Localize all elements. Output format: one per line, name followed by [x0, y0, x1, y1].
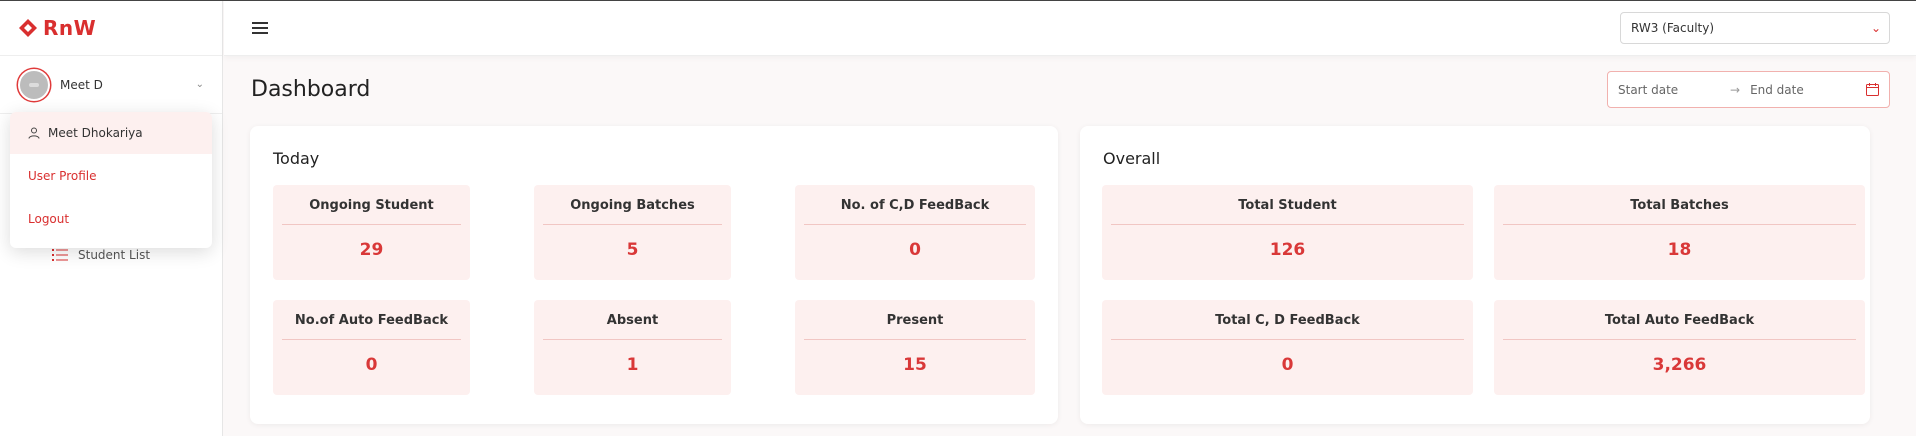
end-date-input[interactable]: End date: [1750, 83, 1866, 97]
chevron-down-icon: ⌄: [1870, 21, 1881, 35]
today-title: Today: [273, 149, 320, 168]
user-menu-toggle[interactable]: Meet D ⌄: [0, 56, 222, 114]
chevron-down-icon: ⌄: [195, 79, 204, 90]
user-dropdown: Meet Dhokariya User Profile Logout: [10, 112, 212, 248]
stat-value: 3,266: [1652, 355, 1707, 375]
date-range-picker[interactable]: Start date → End date: [1607, 71, 1890, 108]
stat-label: Ongoing Student: [282, 198, 461, 225]
sidebar-item-student-list[interactable]: Student List: [52, 248, 150, 262]
stat-value: 0: [909, 240, 921, 260]
page-title: Dashboard: [251, 77, 371, 102]
dropdown-user-name: Meet Dhokariya: [48, 126, 143, 140]
stat-value: 0: [1281, 355, 1294, 375]
stat-value: 0: [365, 355, 378, 375]
stat-total-student: Total Student 126: [1102, 185, 1473, 280]
stat-value: 18: [1667, 240, 1692, 260]
stat-value: 126: [1269, 240, 1306, 260]
brand-logo[interactable]: RnW: [0, 1, 222, 56]
user-name: Meet D: [60, 77, 103, 92]
role-select-value: RW3 (Faculty): [1631, 21, 1715, 35]
stat-absent: Absent 1: [534, 300, 731, 395]
dropdown-user-header: Meet Dhokariya: [10, 112, 212, 154]
stat-value: 5: [626, 240, 639, 260]
stat-label: Total C, D FeedBack: [1111, 313, 1464, 340]
stat-label: No.of Auto FeedBack: [282, 313, 461, 340]
stat-cd-feedback: No. of C,D FeedBack 0: [795, 185, 1035, 280]
role-select[interactable]: RW3 (Faculty) ⌄: [1620, 12, 1890, 44]
today-card: Today Ongoing Student 29 Ongoing Batches…: [250, 126, 1058, 424]
brand-name: RnW: [43, 16, 97, 40]
stat-total-batches: Total Batches 18: [1494, 185, 1865, 280]
stat-label: Present: [804, 313, 1026, 340]
stat-ongoing-student: Ongoing Student 29: [273, 185, 470, 280]
stat-label: Absent: [543, 313, 722, 340]
logout-link[interactable]: Logout: [10, 197, 212, 240]
topbar: RW3 (Faculty) ⌄: [224, 1, 1916, 56]
stat-ongoing-batches: Ongoing Batches 5: [534, 185, 731, 280]
stat-present: Present 15: [795, 300, 1035, 395]
menu-icon[interactable]: [252, 22, 268, 34]
overall-title: Overall: [1103, 149, 1161, 168]
stat-label: Total Auto FeedBack: [1503, 313, 1856, 340]
stat-value: 15: [903, 355, 927, 375]
stat-value: 29: [359, 240, 384, 260]
logo-icon: [19, 19, 37, 37]
avatar: [18, 68, 50, 101]
stat-label: Total Batches: [1503, 198, 1856, 225]
sidebar-item-label: Student List: [78, 248, 151, 262]
stat-auto-feedback: No.of Auto FeedBack 0: [273, 300, 470, 395]
list-icon: [52, 249, 68, 261]
start-date-input[interactable]: Start date: [1618, 83, 1730, 97]
stat-total-cd-feedback: Total C, D FeedBack 0: [1102, 300, 1473, 395]
stat-total-auto-feedback: Total Auto FeedBack 3,266: [1494, 300, 1865, 395]
stat-label: No. of C,D FeedBack: [804, 198, 1026, 225]
calendar-icon: [1866, 83, 1879, 96]
overall-card: Overall Total Student 126 Total Batches …: [1080, 126, 1870, 424]
stat-label: Ongoing Batches: [543, 198, 722, 225]
user-profile-link[interactable]: User Profile: [10, 154, 212, 197]
user-icon: [28, 127, 40, 139]
stat-label: Total Student: [1111, 198, 1464, 225]
arrow-right-icon: →: [1730, 82, 1741, 97]
stat-value: 1: [626, 355, 639, 375]
